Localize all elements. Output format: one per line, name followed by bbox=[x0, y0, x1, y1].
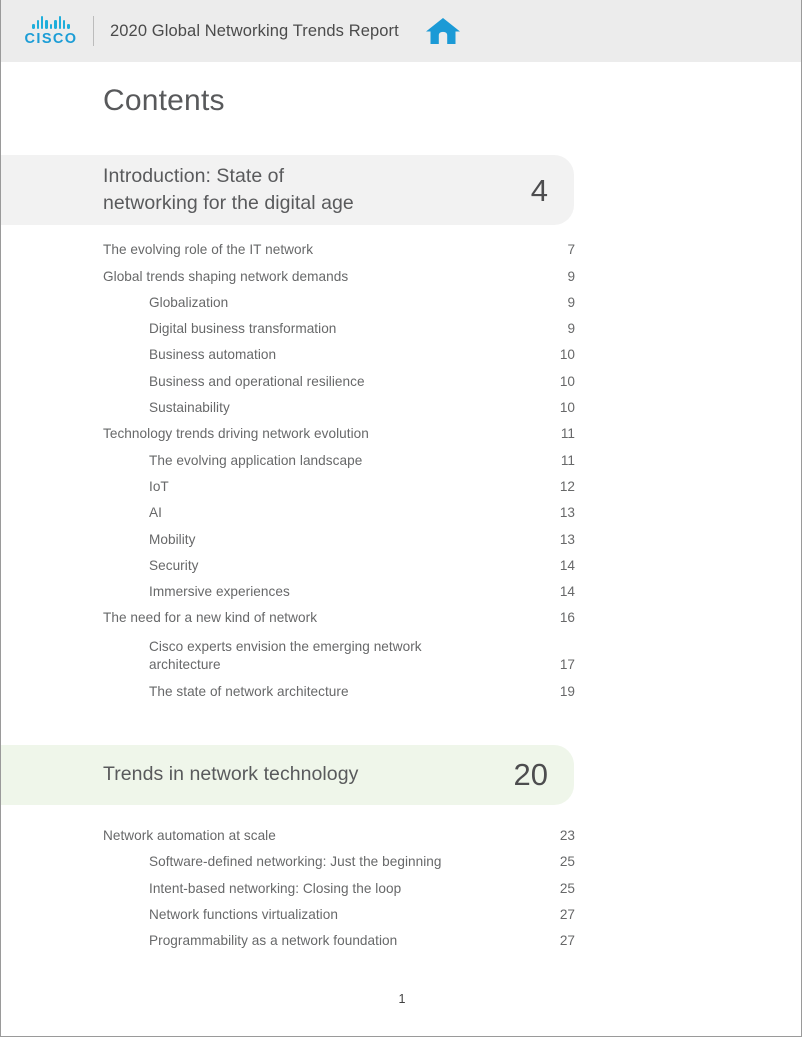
toc-entry-label: The state of network architecture bbox=[149, 683, 349, 699]
toc-entry-page: 25 bbox=[559, 880, 575, 896]
toc-entry-label: Network functions virtualization bbox=[149, 906, 338, 922]
toc-entry-label: Mobility bbox=[149, 531, 196, 547]
toc-entry-label: Globalization bbox=[149, 294, 229, 310]
toc-entry-label: Digital business transformation bbox=[149, 321, 337, 337]
toc-entry-page: 11 bbox=[560, 426, 575, 442]
toc-entry[interactable]: The need for a new kind of network 16 bbox=[1, 601, 801, 627]
toc-entry[interactable]: Network functions virtualization 27 bbox=[1, 898, 801, 924]
toc-entry[interactable]: Business and operational resilience 10 bbox=[1, 364, 801, 390]
toc-entry[interactable]: Business automation 10 bbox=[1, 338, 801, 364]
toc-entry-page: 11 bbox=[560, 452, 575, 468]
toc-entry-page: 10 bbox=[559, 373, 575, 389]
toc-entry[interactable]: Global trends shaping network demands 9 bbox=[1, 259, 801, 285]
section-page-number: 20 bbox=[513, 757, 548, 793]
header-divider bbox=[93, 16, 94, 46]
footer-page-number: 1 bbox=[398, 992, 406, 1006]
report-page: CISCO 2020 Global Networking Trends Repo… bbox=[0, 0, 802, 1037]
toc-entry[interactable]: Mobility 13 bbox=[1, 522, 801, 548]
toc-entry-label: Global trends shaping network demands bbox=[103, 268, 349, 284]
toc-entry[interactable]: AI 13 bbox=[1, 496, 801, 522]
toc-entry[interactable]: Security 14 bbox=[1, 549, 801, 575]
toc-entry-page: 27 bbox=[559, 906, 575, 922]
section-header-introduction[interactable]: Introduction: State of networking for th… bbox=[1, 155, 574, 225]
toc-entry[interactable]: Cisco experts envision the emerging netw… bbox=[1, 627, 801, 674]
toc-entry-label: The evolving application landscape bbox=[149, 452, 363, 468]
section-title-line2: networking for the digital age bbox=[103, 192, 354, 214]
section-title-line1: Trends in network technology bbox=[103, 763, 359, 786]
toc-entry-page: 9 bbox=[567, 294, 575, 310]
toc-entry[interactable]: The evolving application landscape 11 bbox=[1, 443, 801, 469]
section-entries-introduction: The evolving role of the IT network 7 Gl… bbox=[1, 225, 801, 701]
toc-entry-label: Technology trends driving network evolut… bbox=[103, 426, 369, 442]
section-entries-trends: Network automation at scale 23 Software-… bbox=[1, 805, 801, 950]
toc-entry-page: 19 bbox=[559, 683, 575, 699]
toc-entry-label: Intent-based networking: Closing the loo… bbox=[149, 880, 402, 896]
toc-entry[interactable]: Technology trends driving network evolut… bbox=[1, 417, 801, 443]
toc-entry[interactable]: Immersive experiences 14 bbox=[1, 575, 801, 601]
cisco-wordmark: CISCO bbox=[24, 30, 78, 47]
header-bar: CISCO 2020 Global Networking Trends Repo… bbox=[1, 0, 801, 62]
toc-entry[interactable]: Software-defined networking: Just the be… bbox=[1, 845, 801, 871]
toc-entry[interactable]: The evolving role of the IT network 7 bbox=[1, 233, 801, 259]
toc-entry[interactable]: The state of network architecture 19 bbox=[1, 674, 801, 700]
section-header-trends-in-network-technology[interactable]: Trends in network technology 20 bbox=[1, 744, 574, 805]
toc-entry[interactable]: Digital business transformation 9 bbox=[1, 312, 801, 338]
toc-entry-page: 16 bbox=[559, 610, 575, 626]
toc-entry-label: Software-defined networking: Just the be… bbox=[149, 854, 442, 870]
toc-entry-label: Business and operational resilience bbox=[149, 373, 365, 389]
toc-entry[interactable]: Intent-based networking: Closing the loo… bbox=[1, 871, 801, 897]
toc-entry-page: 12 bbox=[559, 478, 575, 494]
home-icon bbox=[425, 18, 460, 44]
toc-entry-page: 13 bbox=[559, 505, 575, 521]
toc-entry[interactable]: Globalization 9 bbox=[1, 286, 801, 312]
toc-entry-page: 7 bbox=[567, 242, 575, 258]
section-title: Introduction: State of networking for th… bbox=[103, 163, 504, 217]
toc-entry-page: 13 bbox=[559, 531, 575, 547]
toc-entry-page: 10 bbox=[559, 347, 575, 363]
section-title: Trends in network technology bbox=[103, 761, 504, 788]
toc-entry-page: 14 bbox=[559, 557, 575, 573]
cisco-bars-logo-icon bbox=[32, 15, 70, 29]
section-title-line1: Introduction: State of bbox=[103, 165, 285, 187]
toc-entry-label: Cisco experts envision the emerging netw… bbox=[149, 639, 422, 673]
toc-entry[interactable]: Sustainability 10 bbox=[1, 391, 801, 417]
toc-entry-label: Sustainability bbox=[149, 400, 230, 416]
toc-entry-label: Immersive experiences bbox=[149, 584, 290, 600]
toc-entry-label: Business automation bbox=[149, 347, 277, 363]
toc-entry[interactable]: IoT 12 bbox=[1, 470, 801, 496]
toc-entry-page: 9 bbox=[567, 268, 575, 284]
toc-entry[interactable]: Programmability as a network foundation … bbox=[1, 924, 801, 950]
toc-entry-label: The need for a new kind of network bbox=[103, 610, 318, 626]
toc-entry-page: 27 bbox=[559, 933, 575, 949]
toc-entry-page: 9 bbox=[567, 321, 575, 337]
toc-entry-page: 14 bbox=[559, 584, 575, 600]
toc-entry-page: 23 bbox=[559, 828, 575, 844]
toc-entry-label: Security bbox=[149, 557, 199, 573]
toc-entry-label: Network automation at scale bbox=[103, 828, 276, 844]
toc-entry[interactable]: Network automation at scale 23 bbox=[1, 819, 801, 845]
toc-entry-page: 17 bbox=[559, 657, 575, 673]
section-page-number: 4 bbox=[530, 172, 548, 208]
report-title: 2020 Global Networking Trends Report bbox=[110, 21, 399, 40]
toc-entry-label: Programmability as a network foundation bbox=[149, 933, 398, 949]
toc-entry-label: The evolving role of the IT network bbox=[103, 242, 314, 258]
cisco-logo[interactable]: CISCO bbox=[21, 15, 81, 47]
home-button[interactable] bbox=[425, 16, 461, 46]
toc-entry-page: 25 bbox=[559, 854, 575, 870]
table-of-contents: Introduction: State of networking for th… bbox=[1, 155, 801, 950]
toc-entry-label: AI bbox=[149, 505, 162, 521]
toc-entry-label: IoT bbox=[149, 478, 169, 494]
toc-entry-page: 10 bbox=[559, 400, 575, 416]
page-title: Contents bbox=[103, 84, 225, 117]
